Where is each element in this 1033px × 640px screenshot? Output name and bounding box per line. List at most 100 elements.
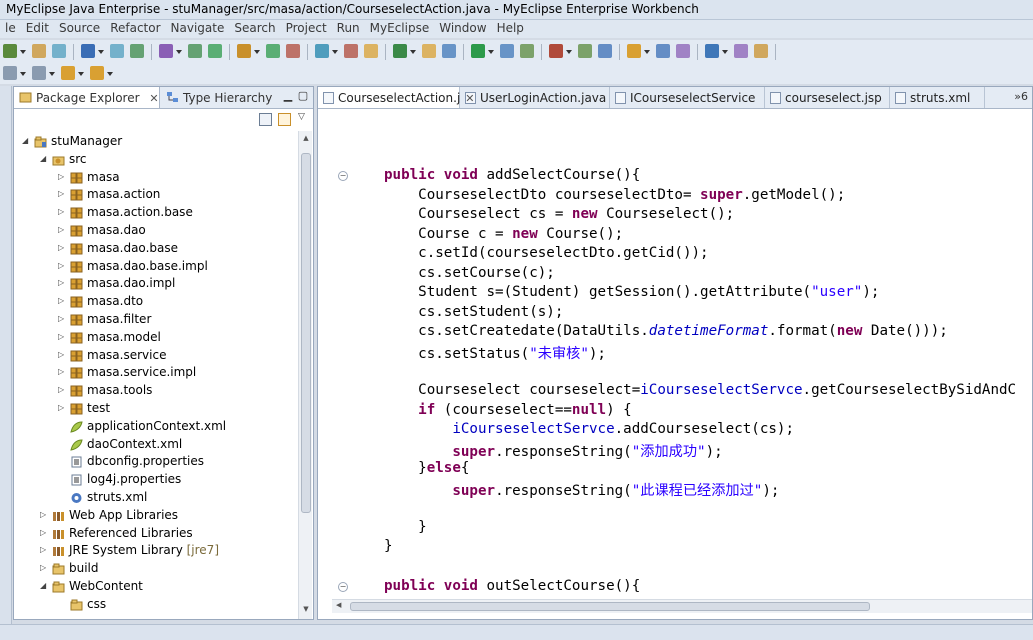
tree-item[interactable]: daoContext.xml (14, 436, 299, 454)
dropdown-arrow-icon[interactable] (20, 72, 26, 76)
tree-item[interactable]: ◢ src (14, 151, 299, 169)
dropdown-arrow-icon[interactable] (722, 50, 728, 54)
menu-item-run[interactable]: Run (332, 20, 365, 35)
editor-tab[interactable]: UserLoginAction.java (460, 87, 610, 108)
minimize-icon[interactable]: ▁ (282, 90, 294, 102)
tree-item[interactable]: ▷ test (14, 400, 299, 418)
scrollbar-thumb[interactable] (301, 153, 311, 513)
tree-item[interactable]: struts.xml (14, 489, 299, 507)
toolbar-button-icon[interactable] (344, 44, 358, 58)
collapsed-twisty-icon[interactable]: ▷ (58, 385, 66, 395)
collapsed-twisty-icon[interactable]: ▷ (58, 403, 66, 413)
dropdown-arrow-icon[interactable] (332, 50, 338, 54)
editor-tab[interactable]: CourseselectAction.j ✕ (318, 87, 475, 108)
collapsed-twisty-icon[interactable]: ▷ (58, 367, 66, 377)
link-with-editor-icon[interactable] (278, 113, 291, 126)
toolbar-button-icon[interactable] (442, 44, 456, 58)
dropdown-arrow-icon[interactable] (176, 50, 182, 54)
tree-item[interactable]: ◢ stuManager (14, 133, 299, 151)
toolbar-button-icon[interactable] (520, 44, 534, 58)
menu-item-source[interactable]: Source (54, 20, 105, 35)
close-icon[interactable]: ✕ (465, 92, 474, 105)
fold-toggle-icon[interactable]: − (338, 171, 348, 181)
collapsed-twisty-icon[interactable]: ▷ (58, 243, 66, 253)
run-icon[interactable] (471, 44, 485, 58)
tree-item[interactable]: log4j.properties (14, 471, 299, 489)
tree-item[interactable]: ▷ masa.service (14, 347, 299, 365)
grid-icon[interactable] (627, 44, 641, 58)
more-tabs-indicator[interactable]: »6 (1014, 90, 1028, 103)
expanded-twisty-icon[interactable]: ◢ (40, 581, 48, 591)
expanded-twisty-icon[interactable]: ◢ (40, 154, 48, 164)
new-icon[interactable] (3, 44, 17, 58)
menu-item-window[interactable]: Window (434, 20, 491, 35)
toolbar-button-icon[interactable] (188, 44, 202, 58)
tree-item[interactable]: ▷ masa.dao (14, 222, 299, 240)
tree-item[interactable]: ▷ masa.action (14, 186, 299, 204)
back-icon[interactable] (61, 66, 75, 80)
toolbar-button-icon[interactable] (734, 44, 748, 58)
scroll-left-icon[interactable]: ◀ (336, 601, 341, 609)
external-tools-icon[interactable] (549, 44, 563, 58)
tree-item[interactable]: ▷ masa.service.impl (14, 364, 299, 382)
tree-item[interactable]: ▷ masa.dto (14, 293, 299, 311)
toolbar-button-icon[interactable] (500, 44, 514, 58)
tree-item[interactable]: ▷ Web App Libraries (14, 507, 299, 525)
explorer-vertical-scrollbar[interactable]: ▲ ▼ (298, 131, 312, 619)
collapsed-twisty-icon[interactable]: ▷ (40, 545, 48, 555)
toolbar-button-icon[interactable] (32, 44, 46, 58)
menu-item-edit[interactable]: Edit (21, 20, 54, 35)
maximize-icon[interactable]: ▢ (297, 90, 309, 102)
toolbar-button-icon[interactable] (422, 44, 436, 58)
tree-item[interactable]: ▷ masa (14, 169, 299, 187)
collapsed-twisty-icon[interactable]: ▷ (58, 278, 66, 288)
editor-horizontal-scrollbar[interactable]: ◀ (332, 599, 1032, 613)
tree-item[interactable]: ▷ masa.dao.base.impl (14, 258, 299, 276)
collapsed-twisty-icon[interactable]: ▷ (58, 207, 66, 217)
tab-package-explorer[interactable]: Package Explorer ✕ (14, 87, 160, 108)
toolbar-button-icon[interactable] (110, 44, 124, 58)
editor-tab[interactable]: courseselect.jsp (765, 87, 890, 108)
collapsed-twisty-icon[interactable]: ▷ (40, 528, 48, 538)
menu-item-search[interactable]: Search (229, 20, 280, 35)
tree-item[interactable]: ▷ Referenced Libraries (14, 525, 299, 543)
toolbar-button-icon[interactable] (598, 44, 612, 58)
dropdown-arrow-icon[interactable] (644, 50, 650, 54)
editor-tab[interactable]: struts.xml (890, 87, 985, 108)
tree-item[interactable]: applicationContext.xml (14, 418, 299, 436)
collapsed-twisty-icon[interactable]: ▷ (58, 189, 66, 199)
collapsed-twisty-icon[interactable]: ▷ (58, 332, 66, 342)
collapsed-twisty-icon[interactable]: ▷ (58, 314, 66, 324)
collapsed-twisty-icon[interactable]: ▷ (58, 296, 66, 306)
toolbar-button-icon[interactable] (676, 44, 690, 58)
collapsed-twisty-icon[interactable]: ▷ (58, 261, 66, 271)
collapsed-twisty-icon[interactable]: ▷ (58, 225, 66, 235)
toolbar-button-icon[interactable] (656, 44, 670, 58)
scrollbar-thumb[interactable] (350, 602, 870, 611)
dropdown-arrow-icon[interactable] (488, 50, 494, 54)
tree-item[interactable]: ▷ masa.tools (14, 382, 299, 400)
save-icon[interactable] (81, 44, 95, 58)
tab-type-hierarchy[interactable]: Type Hierarchy (161, 87, 273, 108)
dropdown-arrow-icon[interactable] (410, 50, 416, 54)
toolbar-button-icon[interactable] (130, 44, 144, 58)
scroll-down-icon[interactable]: ▼ (301, 605, 311, 615)
view-menu-icon[interactable]: ▽ (298, 112, 305, 122)
close-icon[interactable]: ✕ (149, 92, 158, 105)
menu-item-navigate[interactable]: Navigate (166, 20, 230, 35)
tree-item[interactable]: ▷ masa.filter (14, 311, 299, 329)
forward-icon[interactable] (90, 66, 104, 80)
tree-item[interactable]: css (14, 596, 299, 614)
tree-item[interactable]: ▷ masa.model (14, 329, 299, 347)
code-area[interactable]: public void addSelectCourse(){ Coursesel… (318, 109, 1032, 597)
toolbar-button-icon[interactable] (754, 44, 768, 58)
collapsed-twisty-icon[interactable]: ▷ (40, 563, 48, 573)
toolbar-button-icon[interactable] (52, 44, 66, 58)
tree-item[interactable]: ◢ WebContent (14, 578, 299, 596)
dropdown-arrow-icon[interactable] (98, 50, 104, 54)
dropdown-arrow-icon[interactable] (254, 50, 260, 54)
toolbar-button-icon[interactable] (266, 44, 280, 58)
dropdown-arrow-icon[interactable] (20, 50, 26, 54)
tree-item[interactable]: ▷ masa.action.base (14, 204, 299, 222)
next-annotation-icon[interactable] (3, 66, 17, 80)
